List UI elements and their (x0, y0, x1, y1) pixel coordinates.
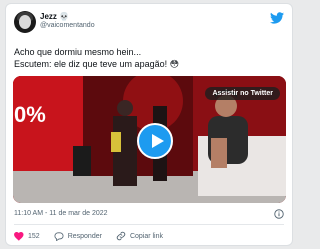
link-icon (116, 231, 126, 241)
copy-link-label: Copiar link (129, 232, 164, 240)
tweet-line-2: Escutem: ele diz que teve um apagão! 😳 (14, 59, 179, 69)
author-name[interactable]: Jezz 💀 (40, 12, 69, 21)
video-player[interactable]: 0% Assistir no Twitter (13, 76, 286, 203)
divider (14, 224, 284, 225)
info-icon[interactable] (274, 209, 284, 219)
reply-icon (54, 231, 64, 241)
like-button[interactable]: 152 (14, 231, 40, 241)
video-overlay-text: 0% (14, 102, 46, 127)
author-name-text: Jezz (40, 12, 57, 21)
play-button[interactable] (137, 123, 173, 159)
tweet-timestamp[interactable]: 11:10 AM - 11 de mar de 2022 (14, 210, 108, 217)
tweet-line-1: Acho que dormiu mesmo hein... (14, 47, 142, 57)
author-avatar[interactable] (14, 11, 36, 33)
twitter-bird-icon[interactable] (270, 12, 284, 24)
reply-label: Responder (67, 232, 102, 240)
like-count: 152 (28, 232, 40, 240)
author-name-emoji: 💀 (59, 12, 70, 21)
reply-button[interactable]: Responder (54, 231, 102, 241)
copy-link-button[interactable]: Copiar link (116, 231, 163, 241)
tweet-text: Acho que dormiu mesmo hein... Escutem: e… (14, 46, 289, 70)
heart-icon (14, 231, 24, 241)
author-handle[interactable]: @vaicomentando (40, 22, 95, 29)
action-bar: 152 Responder Copiar link (14, 231, 177, 241)
watch-on-twitter-button[interactable]: Assistir no Twitter (205, 87, 280, 100)
tweet-card: Jezz 💀 @vaicomentando Acho que dormiu me… (5, 3, 293, 246)
